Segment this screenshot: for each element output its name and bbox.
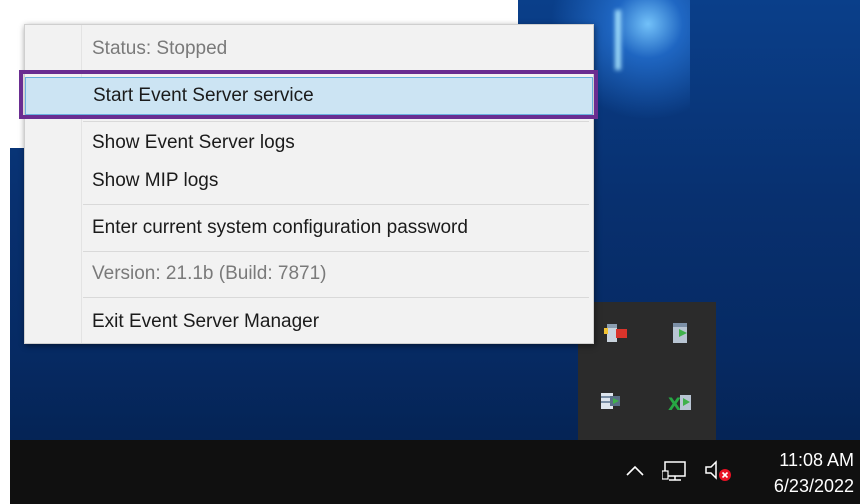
menu-item-label: Enter current system configuration passw… [92, 217, 468, 238]
xprotect-icon[interactable]: X [668, 390, 694, 416]
menu-item-label: Status: Stopped [92, 38, 228, 59]
menu-item-label: Version: 21.1b (Build: 7871) [92, 263, 327, 284]
highlight-callout-box [19, 70, 598, 119]
svg-text:X: X [668, 395, 681, 415]
recording-server-icon[interactable] [598, 388, 624, 414]
menu-item-version: Version: 21.1b (Build: 7871) [25, 255, 593, 293]
clock-time: 11:08 AM [779, 450, 854, 470]
menu-item-exit-manager[interactable]: Exit Event Server Manager [25, 303, 593, 341]
network-button[interactable] [662, 446, 690, 496]
tray-overflow-flyout: X [578, 302, 716, 440]
menu-item-show-event-server-logs[interactable]: Show Event Server logs [25, 124, 593, 162]
menu-item-label: Show Event Server logs [92, 132, 295, 153]
menu-item-status: Status: Stopped [25, 30, 593, 68]
volume-button[interactable] [703, 446, 735, 496]
menu-separator [83, 251, 589, 252]
network-icon [662, 461, 686, 481]
menu-item-label: Show MIP logs [92, 170, 219, 191]
menu-item-show-mip-logs[interactable]: Show MIP logs [25, 162, 593, 200]
wallpaper-ray [615, 10, 621, 70]
management-server-icon[interactable] [668, 320, 694, 346]
menu-separator [83, 297, 589, 298]
menu-separator [83, 121, 589, 122]
event-server-stopped-icon[interactable] [604, 320, 630, 346]
menu-item-label: Exit Event Server Manager [92, 311, 320, 332]
taskbar-clock[interactable]: 11:08 AM 6/23/2022 [744, 447, 854, 499]
chevron-up-icon [626, 465, 644, 476]
menu-separator [83, 204, 589, 205]
clock-date: 6/23/2022 [773, 476, 854, 496]
show-hidden-icons-button[interactable] [624, 446, 646, 496]
menu-item-enter-config-password[interactable]: Enter current system configuration passw… [25, 209, 593, 247]
speaker-muted-icon [705, 460, 731, 481]
